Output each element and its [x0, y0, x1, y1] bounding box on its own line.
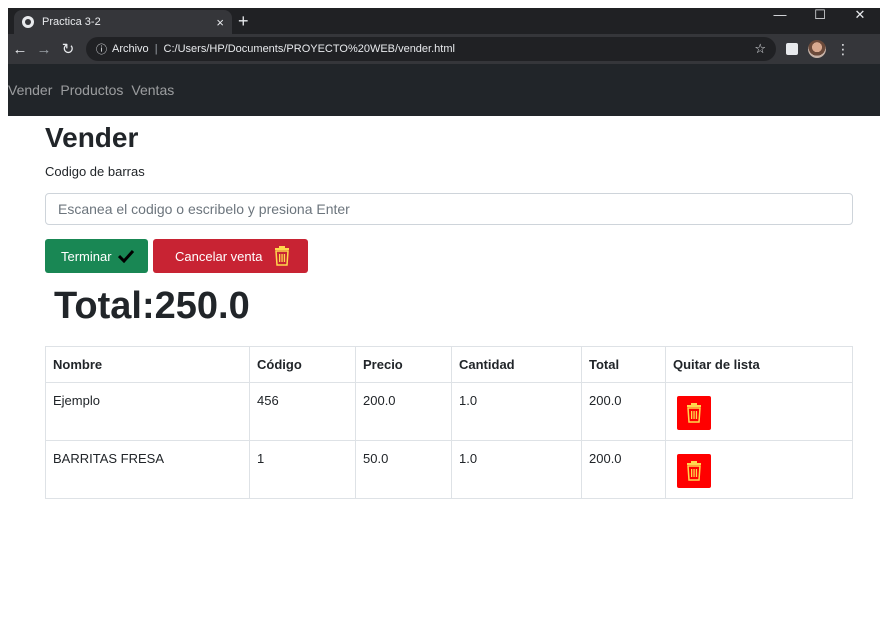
maximize-icon[interactable]: ☐	[800, 8, 840, 22]
cell-codigo: 456	[249, 382, 356, 441]
top-navbar: Vender Productos Ventas	[8, 64, 880, 116]
sale-items-table: Nombre Código Precio Cantidad Total Quit…	[45, 346, 853, 499]
sale-total: Total:250.0	[54, 285, 250, 327]
finish-sale-button[interactable]: Terminar	[45, 239, 148, 273]
browser-tab[interactable]: Practica 3-2 ×	[14, 10, 232, 34]
cell-cantidad: 1.0	[451, 440, 582, 499]
browser-chrome: Practica 3-2 × + — ☐ ✕ ← → ↻ ⓘ Archivo |…	[8, 8, 880, 64]
cell-precio: 200.0	[355, 382, 452, 441]
cell-remove	[665, 440, 853, 499]
check-icon	[117, 249, 134, 263]
close-window-icon[interactable]: ✕	[840, 8, 880, 22]
tab-title: Practica 3-2	[42, 16, 101, 28]
trash-icon	[687, 461, 701, 481]
window-controls: — ☐ ✕	[760, 8, 880, 22]
finish-sale-label: Terminar	[61, 248, 112, 264]
header-quitar: Quitar de lista	[665, 346, 853, 383]
page-title: Vender	[45, 122, 139, 153]
cell-total: 200.0	[581, 440, 666, 499]
action-buttons: Terminar Cancelar venta	[45, 239, 853, 273]
table-header-row: Nombre Código Precio Cantidad Total Quit…	[45, 346, 853, 383]
barcode-label: Codigo de barras	[45, 164, 145, 179]
globe-icon	[22, 16, 34, 28]
cell-nombre: BARRITAS FRESA	[45, 440, 250, 499]
cell-cantidad: 1.0	[451, 382, 582, 441]
minimize-icon[interactable]: —	[760, 8, 800, 22]
header-nombre: Nombre	[45, 346, 250, 383]
info-icon[interactable]: ⓘ	[96, 41, 107, 57]
header-precio: Precio	[355, 346, 452, 383]
address-url: C:/Users/HP/Documents/PROYECTO%20WEB/ven…	[163, 43, 455, 55]
barcode-placeholder: Escanea el codigo o escribelo y presiona…	[58, 201, 350, 217]
main-content: Vender Codigo de barras Escanea el codig…	[45, 116, 853, 499]
trash-icon	[274, 246, 290, 266]
reload-icon[interactable]: ↻	[56, 40, 80, 58]
address-prefix: Archivo	[112, 43, 149, 55]
forward-icon[interactable]: →	[32, 41, 56, 58]
back-icon[interactable]: ←	[8, 41, 32, 58]
address-separator: |	[154, 43, 158, 55]
remove-item-button[interactable]	[677, 396, 711, 430]
nav-item-ventas[interactable]: Ventas	[131, 82, 174, 98]
remove-item-button[interactable]	[677, 454, 711, 488]
window-edge	[0, 0, 8, 621]
table-row: Ejemplo 456 200.0 1.0 200.0	[45, 382, 853, 441]
tab-strip: Practica 3-2 × + — ☐ ✕	[8, 8, 880, 34]
nav-item-vender[interactable]: Vender	[8, 82, 52, 98]
profile-avatar[interactable]	[808, 40, 826, 58]
header-cantidad: Cantidad	[451, 346, 582, 383]
bookmark-star-icon[interactable]: ☆	[754, 41, 766, 57]
cell-nombre: Ejemplo	[45, 382, 250, 441]
barcode-input[interactable]: Escanea el codigo o escribelo y presiona…	[45, 193, 853, 225]
nav-item-productos[interactable]: Productos	[60, 82, 123, 98]
header-total: Total	[581, 346, 666, 383]
cell-total: 200.0	[581, 382, 666, 441]
header-codigo: Código	[249, 346, 356, 383]
close-tab-icon[interactable]: ×	[216, 15, 224, 30]
cancel-sale-button[interactable]: Cancelar venta	[153, 239, 308, 273]
cell-codigo: 1	[249, 440, 356, 499]
extensions-icon[interactable]	[786, 43, 798, 55]
menu-icon[interactable]: ⋮	[836, 41, 850, 58]
browser-toolbar: ← → ↻ ⓘ Archivo | C:/Users/HP/Documents/…	[8, 34, 880, 64]
new-tab-button[interactable]: +	[238, 10, 249, 32]
cell-precio: 50.0	[355, 440, 452, 499]
table-row: BARRITAS FRESA 1 50.0 1.0 200.0	[45, 440, 853, 499]
cell-remove	[665, 382, 853, 441]
cancel-sale-label: Cancelar venta	[175, 248, 263, 264]
address-bar[interactable]: ⓘ Archivo | C:/Users/HP/Documents/PROYEC…	[86, 37, 776, 61]
trash-icon	[687, 403, 701, 423]
